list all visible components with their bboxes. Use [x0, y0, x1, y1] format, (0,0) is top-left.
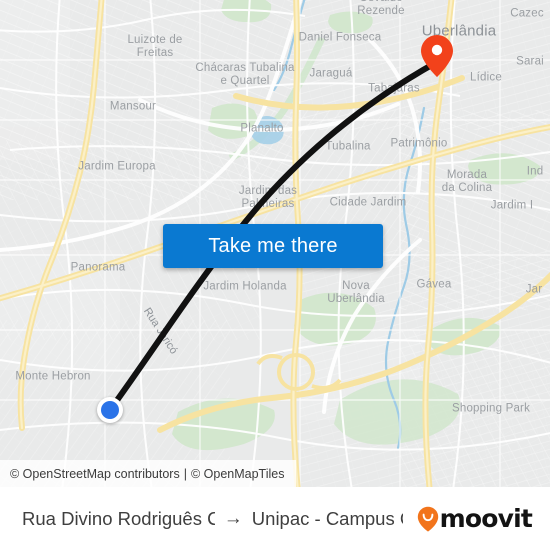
moovit-wordmark: moovit: [439, 504, 533, 533]
arrow-right-icon: →: [223, 508, 243, 529]
trip-origin-label: Rua Divino Rodriguês Carri...: [22, 507, 215, 529]
destination-pin[interactable]: [420, 34, 454, 78]
moovit-pin-icon: [417, 506, 438, 532]
bottom-bar: Rua Divino Rodriguês Carri... → Unipac -…: [0, 487, 550, 550]
map-pin-icon: [421, 35, 453, 77]
map-attribution: © OpenStreetMap contributors | © OpenMap…: [0, 460, 296, 487]
moovit-logo[interactable]: moovit: [417, 504, 533, 533]
attribution-osm[interactable]: © OpenStreetMap contributors: [10, 467, 180, 481]
attribution-separator: |: [183, 466, 187, 481]
origin-marker[interactable]: [97, 397, 123, 423]
origin-dot-icon: [101, 401, 119, 419]
trip-destination-label: Unipac - Campus Ga...: [251, 507, 403, 529]
map-canvas[interactable]: Uberlândia Luizote de Freitas Chácaras T…: [0, 0, 550, 487]
trip-summary[interactable]: Rua Divino Rodriguês Carri... → Unipac -…: [22, 508, 403, 530]
take-me-there-button[interactable]: Take me there: [163, 224, 383, 268]
attribution-openmaptiles[interactable]: © OpenMapTiles: [191, 467, 285, 481]
moovit-route-screen: Uberlândia Luizote de Freitas Chácaras T…: [0, 0, 550, 550]
